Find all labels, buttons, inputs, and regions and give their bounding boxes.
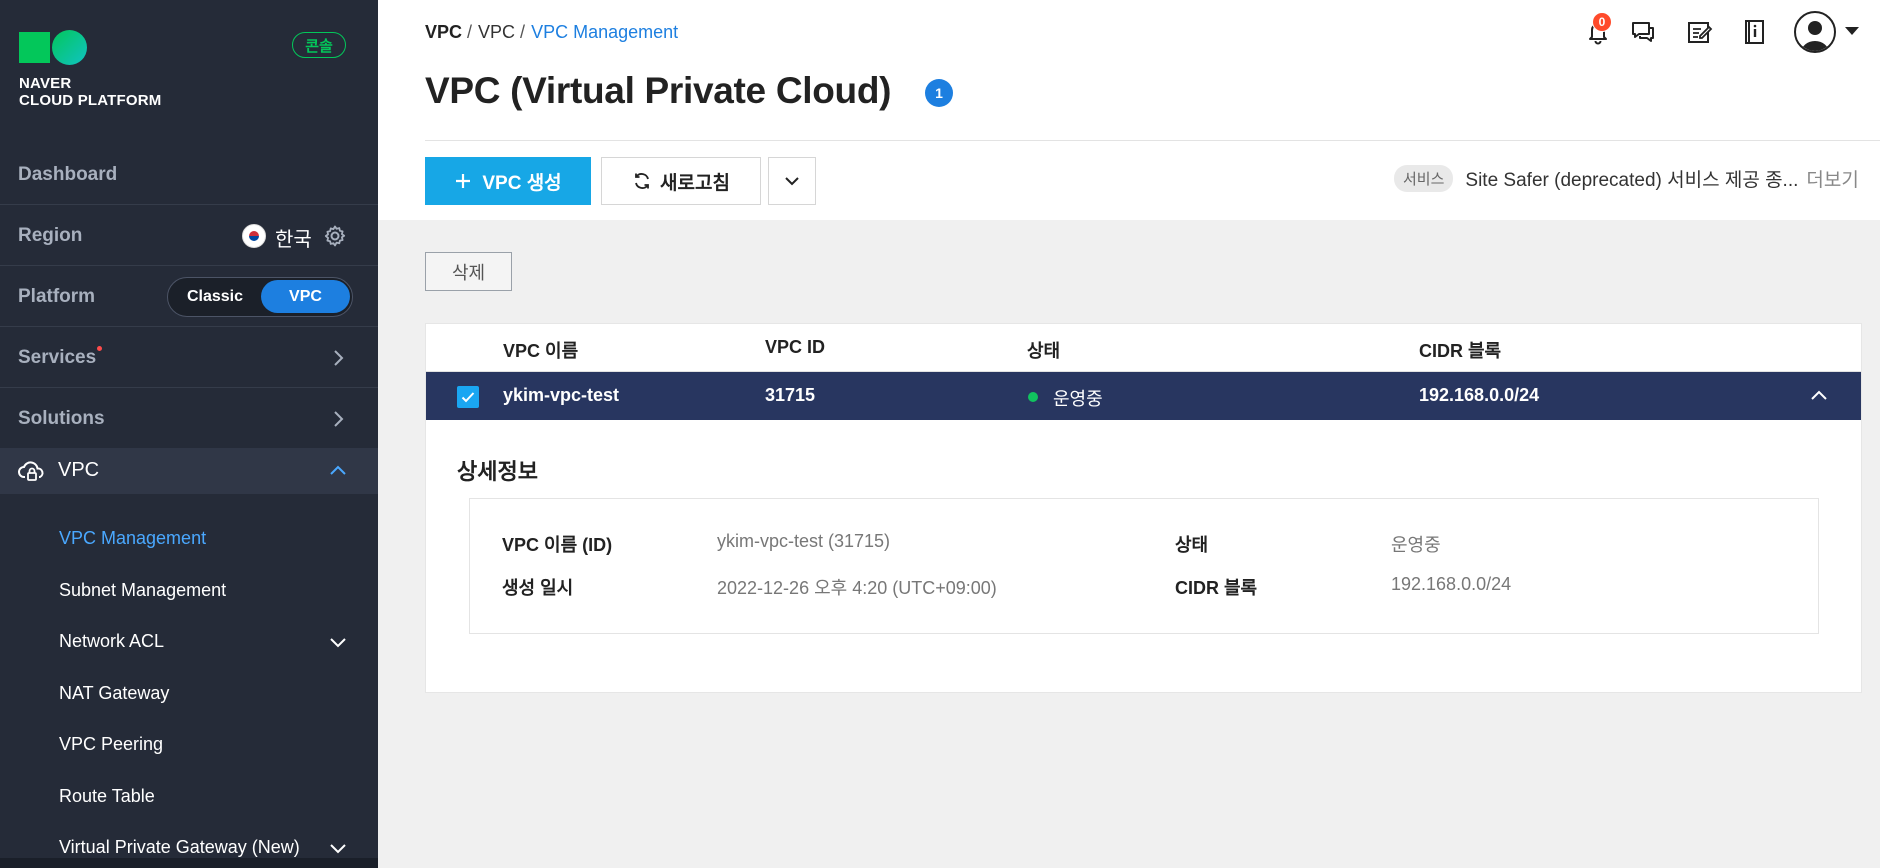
chevron-down-icon[interactable] [326, 836, 350, 860]
sidebar-platform-row: Platform Classic VPC [0, 267, 378, 327]
notification-count-badge: 0 [1592, 12, 1612, 32]
logo-text-line1: NAVER [19, 75, 72, 92]
create-vpc-button[interactable]: VPC 생성 [425, 157, 591, 205]
chevron-down-icon [785, 177, 799, 186]
vpc-count-badge: 1 [925, 79, 953, 107]
dashboard-label: Dashboard [18, 163, 118, 185]
cell-vpc-name: ykim-vpc-test [503, 385, 620, 405]
column-header-cidr[interactable]: CIDR 블록 [1419, 337, 1501, 363]
column-header-status[interactable]: 상태 [1027, 337, 1060, 363]
table-header: VPC 이름 VPC ID 상태 CIDR 블록 [426, 324, 1861, 372]
notice-text[interactable]: Site Safer (deprecated) 서비스 제공 종... [1465, 165, 1798, 192]
vpc-table-panel: VPC 이름 VPC ID 상태 CIDR 블록 ykim-vpc-test 3… [425, 323, 1862, 693]
detail-info-box: VPC 이름 (ID) ykim-vpc-test (31715) 상태 운영중… [469, 498, 1819, 634]
naver-cloud-logo[interactable]: NAVER CLOUD PLATFORM [19, 30, 162, 109]
sidebar: NAVER CLOUD PLATFORM 콘솔 Dashboard Region… [0, 0, 378, 868]
chevron-right-icon [334, 411, 344, 427]
cell-status: 운영중 [1053, 389, 1103, 409]
cell-vpc-id: 31715 [765, 385, 816, 405]
breadcrumb-item-current: VPC Management [531, 22, 679, 42]
sidebar-item-vpc-peering[interactable]: VPC Peering [59, 734, 163, 755]
notice-more-link[interactable]: 더보기 [1806, 165, 1858, 192]
chevron-up-icon [330, 465, 346, 475]
sidebar-item-solutions[interactable]: Solutions [0, 389, 378, 449]
sidebar-bottom-edge [0, 858, 378, 868]
refresh-label: 새로고침 [660, 172, 730, 194]
cloud-lock-icon [18, 461, 44, 481]
column-header-vpc-name[interactable]: VPC 이름 [503, 337, 578, 363]
page-header: VPC / VPC / VPC Management VPC (Virtual … [378, 0, 1880, 220]
breadcrumb-item-vpc-root[interactable]: VPC [425, 22, 462, 43]
logo-text-line2: CLOUD PLATFORM [19, 92, 162, 109]
vpc-section-label: VPC [58, 459, 100, 481]
note-edit-icon[interactable] [1684, 17, 1714, 47]
detail-label-vpc-name-id: VPC 이름 (ID) [502, 535, 613, 555]
platform-toggle[interactable]: Classic VPC [167, 277, 353, 317]
service-notice: 서비스 Site Safer (deprecated) 서비스 제공 종... … [1394, 164, 1859, 192]
sidebar-item-services[interactable]: Services [0, 328, 378, 388]
cell-cidr: 192.168.0.0/24 [1419, 385, 1540, 405]
gear-icon[interactable] [323, 224, 347, 248]
page-title: VPC (Virtual Private Cloud) [425, 70, 892, 111]
delete-button[interactable]: 삭제 [425, 252, 512, 291]
platform-vpc-option[interactable]: VPC [261, 280, 350, 313]
korea-flag-icon [242, 224, 266, 248]
detail-title: 상세정보 [457, 459, 538, 484]
create-vpc-label: VPC 생성 [482, 172, 562, 194]
chevron-right-icon [334, 350, 344, 366]
detail-label-created: 생성 일시 [502, 578, 574, 598]
console-badge[interactable]: 콘솔 [292, 32, 346, 58]
chevron-down-icon[interactable] [326, 630, 350, 654]
detail-label-cidr: CIDR 블록 [1175, 578, 1258, 598]
refresh-button[interactable]: 새로고침 [601, 157, 761, 205]
notice-tag: 서비스 [1394, 164, 1454, 192]
more-actions-button[interactable] [768, 157, 816, 205]
info-book-icon[interactable] [1739, 17, 1769, 47]
chat-icon[interactable] [1628, 17, 1658, 47]
sidebar-item-network-acl[interactable]: Network ACL [59, 631, 164, 652]
table-row[interactable]: ykim-vpc-test 31715 운영중 192.168.0.0/24 [426, 372, 1861, 420]
breadcrumb-item-vpc[interactable]: VPC [478, 22, 515, 43]
checkmark-icon [461, 392, 475, 403]
row-checkbox[interactable] [457, 386, 479, 408]
detail-value-cidr: 192.168.0.0/24 [1391, 574, 1512, 594]
sidebar-item-dashboard[interactable]: Dashboard [0, 145, 378, 205]
sidebar-item-nat-gateway[interactable]: NAT Gateway [59, 683, 169, 704]
detail-value-status: 운영중 [1391, 535, 1441, 555]
status-running-dot [1028, 392, 1038, 402]
sidebar-item-subnet-management[interactable]: Subnet Management [59, 580, 226, 601]
plus-icon [456, 174, 471, 188]
services-label: Services [18, 346, 97, 368]
region-label: Region [18, 224, 83, 246]
sidebar-region-row: Region 한국 [0, 206, 378, 266]
detail-label-status: 상태 [1175, 535, 1209, 555]
new-indicator-dot [97, 346, 102, 351]
breadcrumb: VPC / VPC / VPC Management [425, 22, 678, 43]
region-value[interactable]: 한국 [275, 223, 312, 252]
logo-mark [19, 30, 162, 65]
platform-classic-option[interactable]: Classic [168, 278, 262, 315]
column-header-vpc-id[interactable]: VPC ID [765, 337, 825, 358]
user-menu-caret-icon[interactable] [1845, 27, 1859, 35]
collapse-row-chevron-icon[interactable] [1807, 384, 1831, 408]
refresh-icon [635, 173, 649, 189]
detail-value-created: 2022-12-26 오후 4:20 (UTC+09:00) [717, 578, 997, 598]
sidebar-item-virtual-private-gateway[interactable]: Virtual Private Gateway (New) [59, 837, 300, 858]
sidebar-item-vpc-management[interactable]: VPC Management [59, 528, 206, 549]
sidebar-item-route-table[interactable]: Route Table [59, 786, 155, 807]
user-avatar[interactable] [1794, 11, 1836, 53]
breadcrumb-separator: / [520, 22, 526, 42]
platform-label: Platform [18, 285, 96, 307]
header-divider [425, 140, 1880, 141]
sidebar-section-vpc[interactable]: VPC [0, 448, 378, 494]
detail-value-vpc-name-id: ykim-vpc-test (31715) [717, 531, 891, 551]
breadcrumb-separator: / [467, 22, 473, 42]
solutions-label: Solutions [18, 408, 105, 429]
